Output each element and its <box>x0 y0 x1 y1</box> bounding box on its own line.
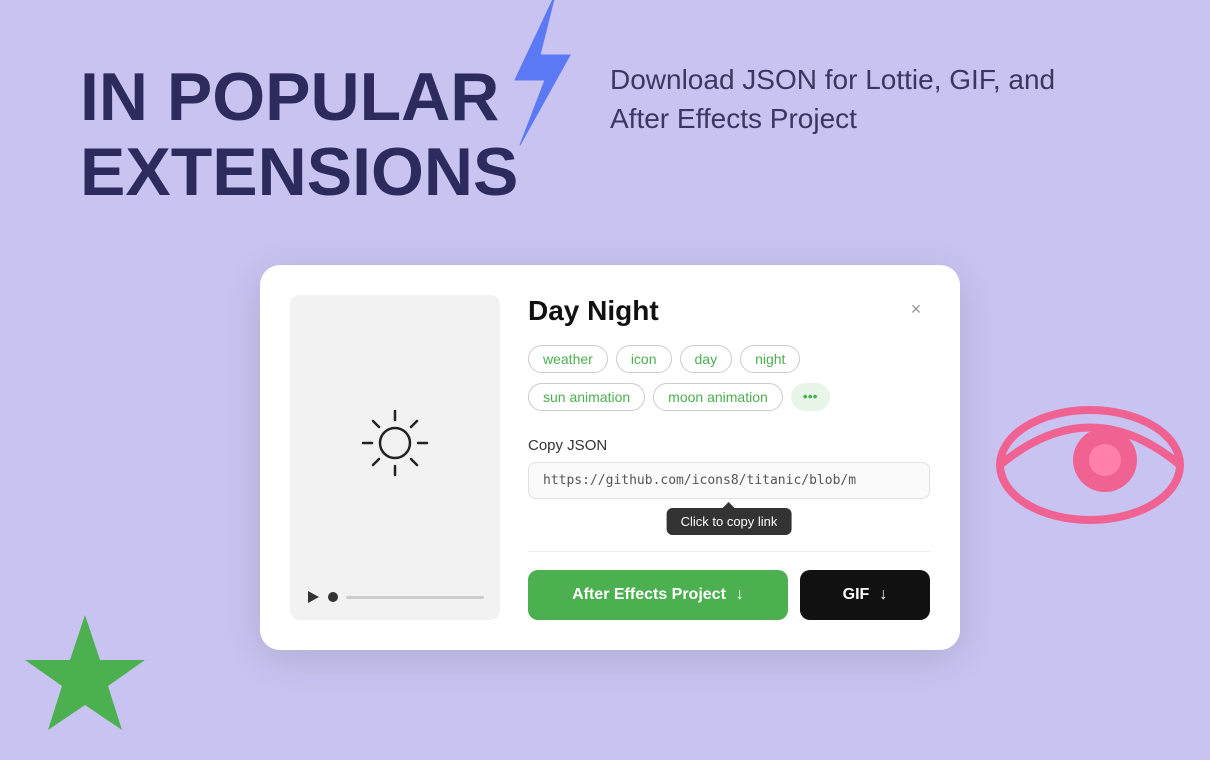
eye-decoration <box>990 390 1190 540</box>
json-input-wrapper: Click to copy link <box>528 462 930 499</box>
play-icon[interactable] <box>306 590 320 604</box>
gif-download-icon: ↓ <box>879 586 887 604</box>
modal-title: Day Night <box>528 295 659 327</box>
preview-panel <box>290 295 500 620</box>
after-effects-label: After Effects Project <box>572 586 726 604</box>
star-decoration <box>20 610 150 740</box>
dot-indicator <box>328 592 338 602</box>
action-buttons: After Effects Project ↓ GIF ↓ <box>528 570 930 620</box>
tag-night[interactable]: night <box>740 345 800 373</box>
divider <box>528 551 930 552</box>
tags-row: weather icon day night <box>528 345 930 373</box>
gif-label: GIF <box>843 586 870 604</box>
close-button[interactable]: × <box>902 295 930 323</box>
modal-header: Day Night × <box>528 295 930 327</box>
tag-icon[interactable]: icon <box>616 345 672 373</box>
ae-download-icon: ↓ <box>736 586 744 604</box>
tag-sun-animation[interactable]: sun animation <box>528 383 645 411</box>
tag-weather[interactable]: weather <box>528 345 608 373</box>
gif-button[interactable]: GIF ↓ <box>800 570 930 620</box>
preview-controls <box>306 590 484 604</box>
header-subtitle: Download JSON for Lottie, GIF, and After… <box>610 60 1090 138</box>
content-panel: Day Night × weather icon day night sun a… <box>528 295 930 620</box>
json-url-input[interactable] <box>528 462 930 499</box>
header-title: IN POPULAR EXTENSIONS <box>80 60 518 210</box>
tag-moon-animation[interactable]: moon animation <box>653 383 783 411</box>
sun-animation-preview <box>355 403 435 483</box>
copy-json-label: Copy JSON <box>528 437 930 454</box>
progress-bar <box>346 596 484 599</box>
tag-day[interactable]: day <box>680 345 733 373</box>
after-effects-button[interactable]: After Effects Project ↓ <box>528 570 788 620</box>
tag-more[interactable]: ••• <box>791 383 830 411</box>
tags-row-2: sun animation moon animation ••• <box>528 383 930 411</box>
copy-tooltip: Click to copy link <box>667 508 792 535</box>
header-section: IN POPULAR EXTENSIONS <box>80 60 518 210</box>
modal-card: Day Night × weather icon day night sun a… <box>260 265 960 650</box>
